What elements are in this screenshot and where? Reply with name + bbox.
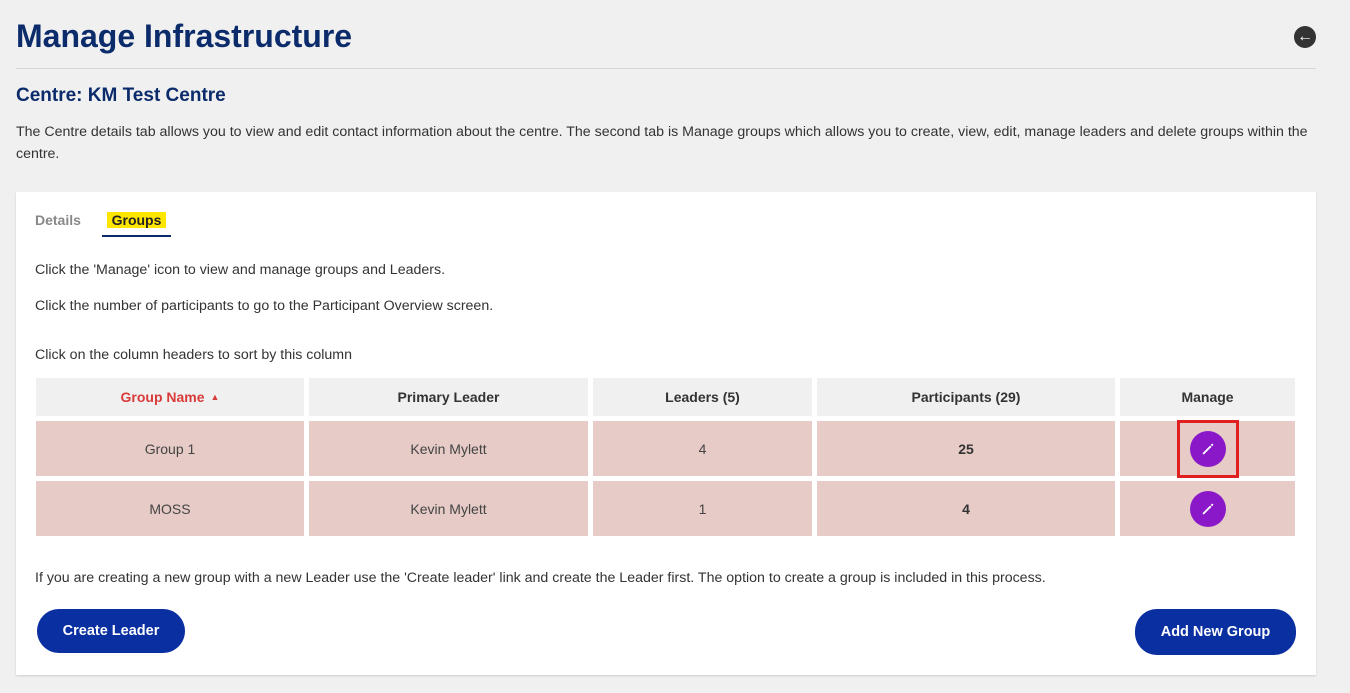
centre-description: The Centre details tab allows you to vie… [16, 124, 1308, 162]
group-name-cell: Group 1 [36, 421, 304, 476]
manage-cell [1120, 419, 1295, 478]
manage-instruction: Click the 'Manage' icon to view and mana… [35, 262, 446, 278]
tab-details[interactable]: Details [35, 212, 81, 228]
leaders-count-cell: 4 [593, 421, 812, 476]
create-leader-button[interactable]: Create Leader [37, 609, 185, 653]
column-header-manage: Manage [1120, 378, 1295, 416]
manage-focus-highlight [1176, 419, 1239, 478]
table-row: Group 1 Kevin Mylett 4 25 [36, 419, 1296, 478]
sort-ascending-icon: ▲ [210, 392, 220, 402]
groups-table: Group Name ▲ Primary Leader Leaders (5) … [36, 378, 1296, 541]
column-header-primary-leader[interactable]: Primary Leader [309, 378, 588, 416]
groups-panel: Details Groups Click the 'Manage' icon t… [16, 192, 1316, 675]
add-new-group-button[interactable]: Add New Group [1135, 609, 1296, 655]
participants-count-link[interactable]: 25 [817, 421, 1115, 476]
sort-instruction: Click on the column headers to sort by t… [35, 347, 353, 363]
manage-button-wrap [1177, 480, 1239, 538]
tab-groups-label: Groups [106, 212, 167, 228]
primary-leader-cell: Kevin Mylett [309, 421, 588, 476]
participants-instruction: Click the number of participants to go t… [35, 298, 494, 314]
table-header-row: Group Name ▲ Primary Leader Leaders (5) … [36, 378, 1296, 416]
participants-count-link[interactable]: 4 [817, 481, 1115, 536]
back-arrow-icon[interactable]: ← [1294, 26, 1316, 48]
group-name-cell: MOSS [36, 481, 304, 536]
page-header: Manage Infrastructure ← [16, 0, 1316, 69]
column-header-label: Group Name [120, 389, 205, 405]
column-header-group-name[interactable]: Group Name ▲ [36, 378, 304, 416]
centre-title: Centre: KM Test Centre [16, 85, 226, 106]
leaders-count-cell: 1 [593, 481, 812, 536]
pencil-icon [1202, 443, 1213, 454]
tab-groups[interactable]: Groups [102, 212, 171, 237]
column-header-participants[interactable]: Participants (29) [817, 378, 1115, 416]
page-title: Manage Infrastructure [16, 18, 353, 54]
manage-edit-button[interactable] [1189, 490, 1226, 527]
column-header-leaders[interactable]: Leaders (5) [593, 378, 812, 416]
manage-edit-button[interactable] [1189, 430, 1226, 467]
create-group-note: If you are creating a new group with a n… [35, 570, 1046, 586]
manage-cell [1120, 481, 1295, 536]
pencil-icon [1202, 503, 1213, 514]
table-row: MOSS Kevin Mylett 1 4 [36, 481, 1296, 536]
primary-leader-cell: Kevin Mylett [309, 481, 588, 536]
